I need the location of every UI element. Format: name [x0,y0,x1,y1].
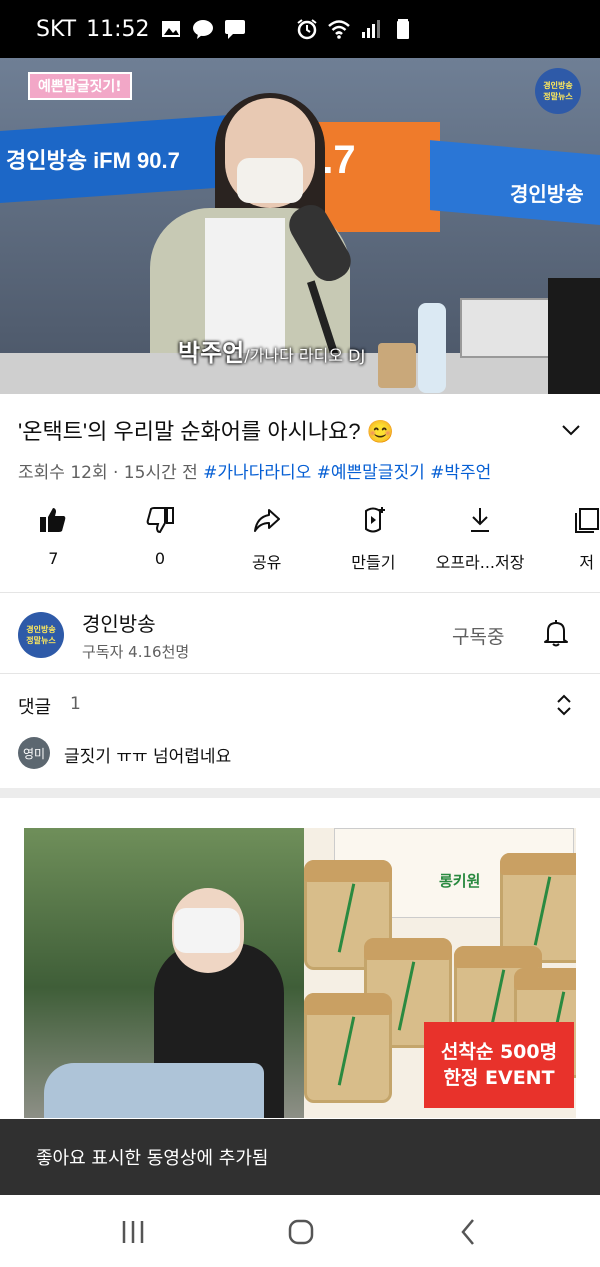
download-icon [471,508,490,532]
view-count: 조회수 12회 · 15시간 전 [18,463,198,483]
video-player[interactable]: 경인방송 iFM 90.7 0.7 경인방송 예쁜말글짓기! 경인방송 정말뉴스… [0,58,600,394]
video-overlay-tag: 예쁜말글짓기! [28,72,132,100]
banner-right-text: 경인방송 [510,184,584,206]
divider [0,592,600,593]
channel-name[interactable]: 경인방송 [82,608,156,637]
share-icon [253,509,280,532]
battery-icon [397,19,409,39]
save-button[interactable]: 저 [533,505,600,585]
event-badge: 선착순 500명 한정 EVENT [424,1022,574,1108]
comments-label: 댓글 [18,697,52,718]
create-icon [365,507,386,533]
chevron-down-icon[interactable] [560,419,582,441]
video-caption: 박주언/가나다 라디오 DJ [178,333,365,368]
channel-avatar[interactable]: 경인방송 정말뉴스 [18,612,64,658]
comments-count: 1 [70,694,81,714]
recent-apps-icon[interactable] [118,1217,148,1247]
like-button[interactable]: 7 [0,505,107,585]
clock: 11:52 [86,16,150,42]
commenter-avatar: 영미 [18,737,50,769]
hashtags[interactable]: #가나다라디오 #예쁜말글짓기 #박주언 [203,463,491,483]
product-label: 롱키원 [439,873,481,890]
host-mask [237,158,303,203]
dislike-count: 0 [154,549,166,568]
event-line-2: 한정 EVENT [443,1067,555,1089]
badge-line-1: 경인방송 [543,81,573,90]
share-button[interactable]: 공유 [213,505,320,585]
ad-person-mask [174,908,240,953]
system-nav-bar [0,1195,600,1267]
kakaotalk-icon [192,20,213,39]
caption-role: /가나다 라디오 DJ [244,346,366,365]
bell-icon[interactable] [541,618,571,648]
download-button[interactable]: 오프라...저장 [427,505,534,585]
event-line-1: 선착순 500명 [440,1041,558,1063]
wifi-icon [328,20,350,39]
video-meta: 조회수 12회 · 15시간 전 #가나다라디오 #예쁜말글짓기 #박주언 [18,458,491,483]
video-title[interactable]: '온택트'의 우리말 순화어를 아시나요? 😊 [18,414,394,446]
dislike-button[interactable]: 0 [107,505,214,585]
subscriber-count: 구독자 4.16천명 [82,643,190,661]
snackbar-text: 좋아요 표시한 동영상에 추가됨 [36,1148,269,1169]
save-icon [574,508,599,533]
action-bar: 7 0 공유 만들기 오프라...저장 저 [0,505,600,585]
avatar-line-1: 경인방송 [26,625,56,634]
back-icon[interactable] [454,1217,484,1247]
studio-monitor [548,278,600,394]
caption-name: 박주언 [178,339,245,367]
snackbar: 좋아요 표시한 동영상에 추가됨 [0,1119,600,1195]
carrier-label: SKT [36,16,77,42]
banner-left-text: 경인방송 iFM 90.7 [6,148,180,173]
ad-banner[interactable]: 롱키원 선착순 500명 한정 EVENT [24,828,576,1118]
video-channel-badge: 경인방송 정말뉴스 [535,68,581,114]
expand-icon[interactable] [553,692,575,718]
download-label: 오프라...저장 [435,553,525,572]
thumbs-up-icon [40,508,66,532]
coffee-cup [378,343,416,388]
home-icon[interactable] [286,1217,316,1247]
signal-icon [362,20,380,38]
message-icon [224,20,245,39]
avatar-line-2: 정말뉴스 [26,636,56,645]
divider [0,673,600,674]
gallery-icon [161,21,180,37]
top-comment-text: 글짓기 ㅠㅠ 넘어렵네요 [64,747,232,767]
section-separator [0,788,600,798]
create-button[interactable]: 만들기 [320,505,427,585]
ad-person-legs [44,1063,264,1118]
save-label: 저 [579,553,595,572]
create-label: 만들기 [351,553,396,572]
like-count: 7 [48,549,59,568]
audio-console [460,298,555,358]
subscribed-button[interactable]: 구독중 [452,622,504,649]
alarm-icon [297,19,317,40]
thumbs-down-icon [146,507,174,534]
water-bottle [418,303,446,393]
badge-line-2: 정말뉴스 [543,92,573,101]
status-bar: SKT 11:52 [0,0,600,58]
title-row[interactable]: '온택트'의 우리말 순화어를 아시나요? 😊 [18,414,582,446]
share-label: 공유 [251,553,282,572]
product-can [304,993,392,1103]
